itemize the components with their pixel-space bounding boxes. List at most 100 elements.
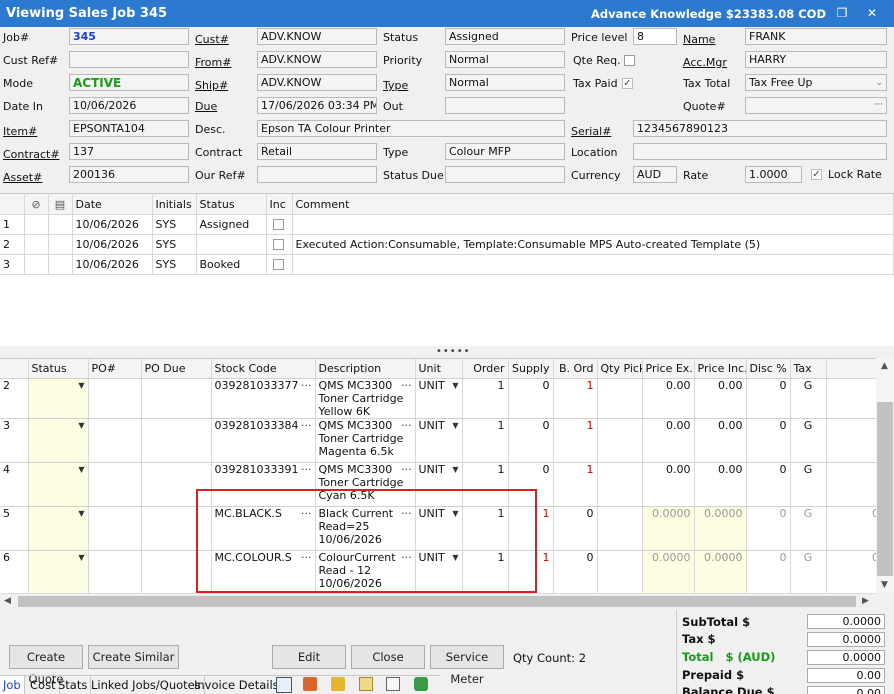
more-icon[interactable]: ··· [301, 507, 312, 520]
scroll-down-icon[interactable]: ▼ [881, 580, 888, 590]
line-total[interactable]: 0. [826, 378, 876, 419]
line-description[interactable]: ··· QMS MC3300 Toner Cartridge Magenta 6.… [315, 418, 416, 463]
edit-button[interactable]: Edit [272, 645, 346, 669]
line-order[interactable]: 1 [462, 378, 509, 419]
line-disc[interactable]: 0 [746, 506, 791, 551]
more-icon[interactable]: ··· [301, 379, 312, 392]
tab-stats[interactable]: Stats [55, 676, 92, 694]
lines-col-status[interactable]: Status [28, 359, 89, 379]
cust-ref-field[interactable] [69, 51, 189, 68]
notes-icon[interactable] [359, 677, 373, 691]
more-icon[interactable]: ··· [401, 463, 412, 476]
history-inc[interactable] [266, 214, 293, 235]
line-b-ord[interactable]: 1 [553, 462, 598, 507]
line-b-ord[interactable]: 0 [553, 506, 598, 551]
type2-field[interactable]: Colour MFP [445, 143, 565, 160]
line-po-due[interactable] [141, 418, 212, 463]
line-po-due[interactable] [141, 550, 212, 594]
lines-col-supply[interactable]: Supply [508, 359, 554, 379]
history-inc[interactable] [266, 254, 293, 275]
line-description[interactable]: ··· QMS MC3300 Toner Cartridge Yellow 6K [315, 378, 416, 419]
clipboard-icon[interactable] [303, 677, 317, 691]
line-tax[interactable]: G [790, 378, 827, 419]
line-po[interactable] [88, 506, 142, 551]
chevron-down-icon[interactable]: ▼ [452, 421, 458, 430]
more-icon[interactable]: ··· [401, 507, 412, 520]
line-po-due[interactable] [141, 506, 212, 551]
line-tax[interactable]: G [790, 418, 827, 463]
splitter-handle[interactable]: ••••• [436, 346, 471, 357]
from-field[interactable]: ADV.KNOW [257, 51, 377, 68]
line-total[interactable]: 0.00 [826, 506, 876, 551]
status-due-field[interactable] [445, 166, 565, 183]
table-row[interactable]: 1 10/06/2026 SYS Assigned [0, 214, 894, 235]
close-icon[interactable]: ✕ [864, 5, 880, 21]
type-field[interactable]: Normal [445, 74, 565, 91]
contract-no-label[interactable]: Contract# [3, 148, 60, 161]
line-b-ord[interactable]: 1 [553, 418, 598, 463]
out-field[interactable] [445, 97, 565, 114]
scrollbar-thumb[interactable] [877, 402, 893, 576]
row-number[interactable]: 2 [0, 378, 29, 419]
scrollbar-thumb[interactable] [18, 596, 856, 607]
desc-field[interactable]: Epson TA Colour Printer [257, 120, 565, 137]
line-status[interactable]: ▼ [28, 378, 89, 419]
tab-job[interactable]: Job [0, 676, 25, 694]
more-icon[interactable]: ··· [874, 98, 883, 112]
row-number[interactable]: 5 [0, 506, 29, 551]
row-number[interactable]: 6 [0, 550, 29, 594]
priority-field[interactable]: Normal [445, 51, 565, 68]
lines-col-price-ex[interactable]: Price Ex. [642, 359, 695, 379]
more-icon[interactable]: ··· [401, 419, 412, 432]
chevron-down-icon[interactable]: ▼ [452, 553, 458, 562]
line-stock-code[interactable]: ··· 039281033391 [211, 462, 316, 507]
history-col-status[interactable]: Status [196, 194, 267, 215]
vertical-scrollbar[interactable]: ▲ ▼ [876, 358, 894, 593]
lines-col-disc[interactable]: Disc % [746, 359, 791, 379]
acc-mgr-label[interactable]: Acc.Mgr [683, 56, 727, 69]
lines-col-unit[interactable]: Unit [415, 359, 463, 379]
tab-invoice-details[interactable]: Invoice Details [191, 676, 283, 694]
line-tax[interactable]: G [790, 462, 827, 507]
table-row[interactable]: 4 ▼ ··· 039281033391 ··· QMS MC3300 Toner Car… [0, 462, 876, 507]
contract-field[interactable]: Retail [257, 143, 377, 160]
lines-col-order[interactable]: Order [462, 359, 509, 379]
scroll-right-icon[interactable]: ▶ [862, 596, 869, 606]
history-col-date[interactable]: Date [72, 194, 153, 215]
line-price-ex[interactable]: 0.0000 [642, 506, 695, 551]
date-in-field[interactable]: 10/06/2026 [69, 97, 189, 114]
line-stock-code[interactable]: ··· 039281033377 [211, 378, 316, 419]
paperclip-icon[interactable]: ⊘ [24, 194, 49, 215]
chevron-down-icon[interactable]: ▼ [452, 465, 458, 474]
report-icon[interactable] [276, 677, 292, 693]
tax-paid-checkbox[interactable]: ✓ [622, 78, 633, 89]
lines-col-tax[interactable]: Tax [790, 359, 827, 379]
contract-no-field[interactable]: 137 [69, 143, 189, 160]
line-status[interactable]: ▼ [28, 418, 89, 463]
line-stock-code[interactable]: ··· 039281033384 [211, 418, 316, 463]
line-unit[interactable]: ▼ UNIT [415, 418, 463, 463]
qte-req-checkbox[interactable] [624, 55, 635, 66]
line-description[interactable]: ··· Black Current Read=25 10/06/2026 [315, 506, 416, 551]
line-unit[interactable]: ▼ UNIT [415, 506, 463, 551]
line-total[interactable]: 0. [826, 418, 876, 463]
chevron-down-icon[interactable]: ▼ [78, 553, 84, 562]
chevron-down-icon[interactable]: ▼ [78, 509, 84, 518]
line-disc[interactable]: 0 [746, 462, 791, 507]
item-field[interactable]: EPSONTA104 [69, 120, 189, 137]
table-row[interactable]: 2 ▼ ··· 039281033377 ··· QMS MC3300 Toner Car… [0, 378, 876, 419]
line-supply[interactable]: 1 [508, 506, 554, 551]
line-disc[interactable]: 0 [746, 418, 791, 463]
item-label[interactable]: Item# [3, 125, 37, 138]
history-col-comment[interactable]: Comment [292, 194, 894, 215]
line-supply[interactable]: 0 [508, 418, 554, 463]
note-icon[interactable]: ▤ [48, 194, 73, 215]
line-unit[interactable]: ▼ UNIT [415, 550, 463, 594]
chevron-down-icon[interactable]: ▼ [452, 381, 458, 390]
line-po-due[interactable] [141, 462, 212, 507]
line-price-ex[interactable]: 0.00 [642, 462, 695, 507]
more-icon[interactable]: ··· [301, 551, 312, 564]
line-po[interactable] [88, 462, 142, 507]
line-price-inc[interactable]: 0.0000 [694, 550, 747, 594]
inc-checkbox[interactable] [272, 219, 284, 230]
